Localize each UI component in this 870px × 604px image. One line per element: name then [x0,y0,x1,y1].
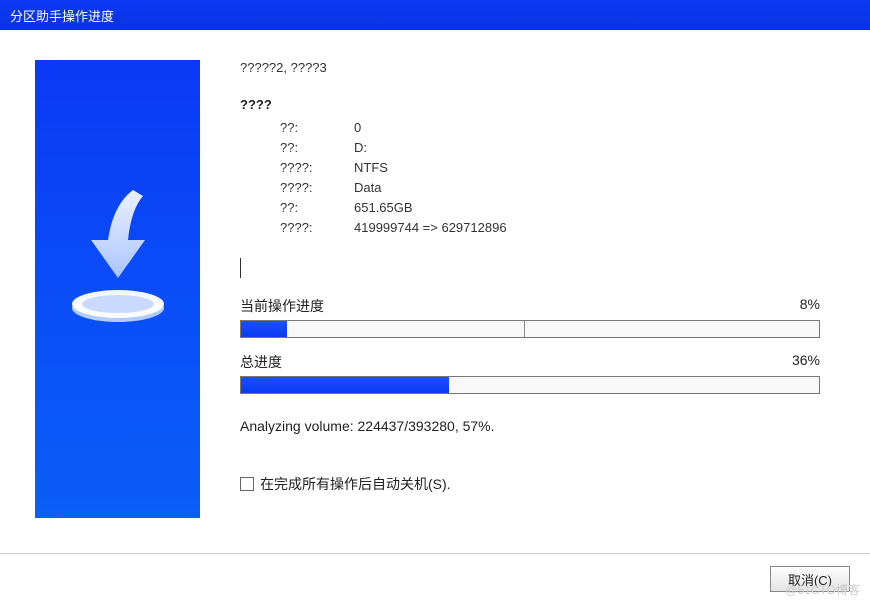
details-row: ??: 0 [280,118,820,138]
shutdown-checkbox[interactable] [240,477,254,491]
detail-value: 419999744 => 629712896 [350,218,507,238]
current-progress-percent: 8% [800,296,820,316]
details-row: ??: 651.65GB [280,198,820,218]
current-progress-bar [240,320,820,338]
download-to-disk-icon [63,190,173,333]
shutdown-checkbox-label: 在完成所有操作后自动关机(S). [260,474,451,494]
watermark: @51CTO博客 [785,581,860,598]
total-progress-label: 总进度 [240,352,282,372]
total-progress-bar [240,376,820,394]
window-title: 分区助手操作进度 [10,6,114,25]
titlebar: 分区助手操作进度 [0,0,870,30]
current-progress-label: 当前操作进度 [240,296,324,316]
details-header: ???? [240,97,820,112]
detail-label: ????: [280,218,350,238]
detail-label: ????: [280,158,350,178]
shutdown-checkbox-row[interactable]: 在完成所有操作后自动关机(S). [240,474,820,494]
progress-tick [524,321,525,337]
current-progress-fill [241,321,287,337]
detail-label: ??: [280,198,350,218]
dialog-footer: 取消(C) [0,553,870,604]
total-progress-fill [241,377,449,393]
details-row: ????: 419999744 => 629712896 [280,218,820,238]
sidebar-graphic [35,60,200,518]
operation-summary: ?????2, ????3 [240,60,820,75]
total-progress-percent: 36% [792,352,820,372]
details-row: ????: Data [280,178,820,198]
detail-label: ????: [280,178,350,198]
main-panel: ?????2, ????3 ???? ??: 0 ??: D: ????: NT… [200,30,870,553]
status-text: Analyzing volume: 224437/393280, 57%. [240,418,820,434]
content-area: ?????2, ????3 ???? ??: 0 ??: D: ????: NT… [0,30,870,553]
detail-value: 651.65GB [350,198,413,218]
details-table: ??: 0 ??: D: ????: NTFS ????: Data ??: [280,118,820,238]
detail-value: D: [350,138,367,158]
text-caret [240,258,241,278]
detail-value: 0 [350,118,361,138]
detail-label: ??: [280,138,350,158]
current-progress-section: 当前操作进度 8% [240,296,820,338]
details-row: ??: D: [280,138,820,158]
dialog-window: 分区助手操作进度 ?????2 [0,0,870,604]
detail-value: Data [350,178,381,198]
total-progress-section: 总进度 36% [240,352,820,394]
detail-value: NTFS [350,158,388,178]
detail-label: ??: [280,118,350,138]
details-row: ????: NTFS [280,158,820,178]
